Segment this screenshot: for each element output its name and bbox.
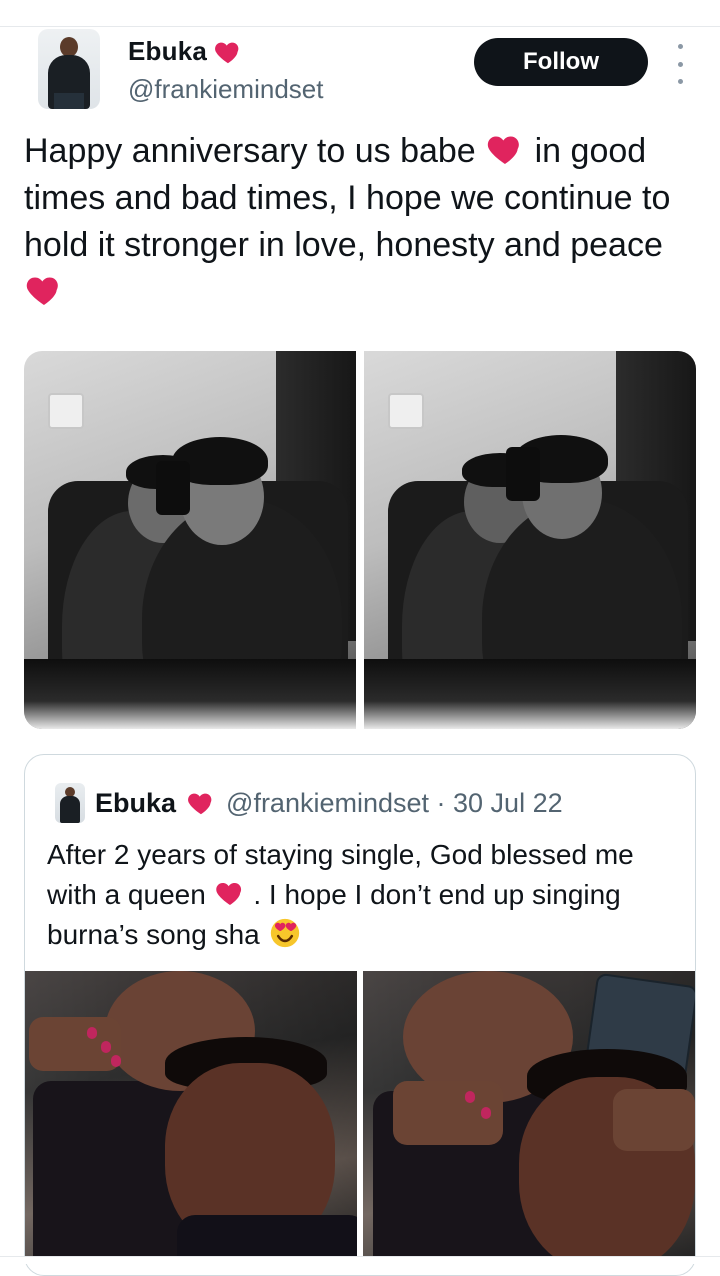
red-heart-icon — [24, 270, 64, 310]
table-edge — [24, 659, 356, 729]
quoted-tweet-card[interactable]: Ebuka @frankiemindset · 30 Jul 22 After … — [24, 754, 696, 1276]
media-photo-1[interactable] — [24, 351, 356, 729]
nail-2 — [481, 1107, 491, 1119]
dot-1 — [677, 44, 683, 49]
follow-button-label: Follow — [523, 48, 599, 75]
heart-eyes-emoji-icon — [268, 916, 302, 950]
follow-button[interactable]: Follow — [474, 38, 648, 86]
author-name-row: Ebuka — [128, 36, 243, 67]
quoted-tweet-text: After 2 years of staying single, God ble… — [47, 835, 677, 955]
tweet-header: Ebuka @frankiemindset Follow — [0, 26, 720, 126]
author-name[interactable]: Ebuka — [128, 36, 207, 67]
nail-1 — [465, 1091, 475, 1103]
avatar-legs — [54, 93, 84, 109]
quoted-photo-2[interactable] — [363, 971, 695, 1261]
red-heart-icon — [214, 877, 246, 909]
phone — [156, 461, 190, 515]
more-vertical-icon[interactable] — [670, 44, 690, 84]
tweet-text: Happy anniversary to us babe in good tim… — [24, 128, 704, 316]
man-shirt — [177, 1215, 357, 1261]
dot-2 — [677, 61, 683, 67]
quoted-author-name: Ebuka — [95, 787, 177, 818]
tweet-media[interactable] — [24, 351, 696, 729]
avatar[interactable] — [38, 29, 100, 109]
top-divider — [0, 0, 720, 27]
media-photo-2[interactable] — [364, 351, 696, 729]
nail-1 — [87, 1027, 97, 1039]
phone — [506, 447, 540, 501]
quoted-media[interactable] — [25, 971, 695, 1261]
quoted-tweet-header: Ebuka @frankiemindset · 30 Jul 22 — [55, 783, 563, 823]
dot-3 — [677, 79, 683, 84]
red-heart-icon — [213, 37, 243, 67]
avatar-body — [60, 796, 80, 823]
quoted-photo-1[interactable] — [25, 971, 357, 1261]
red-heart-icon — [186, 788, 216, 818]
nail-3 — [111, 1055, 121, 1067]
red-heart-icon — [485, 129, 525, 169]
man-hand — [613, 1089, 695, 1151]
light-switch — [388, 393, 424, 429]
nail-2 — [101, 1041, 111, 1053]
quoted-handle-date: @frankiemindset · 30 Jul 22 — [226, 787, 563, 818]
avatar-head — [60, 37, 78, 57]
author-handle[interactable]: @frankiemindset — [128, 74, 323, 105]
tweet-text-part-1: Happy anniversary to us babe — [24, 132, 476, 170]
table-edge — [364, 659, 696, 729]
light-switch — [48, 393, 84, 429]
avatar — [55, 783, 85, 823]
